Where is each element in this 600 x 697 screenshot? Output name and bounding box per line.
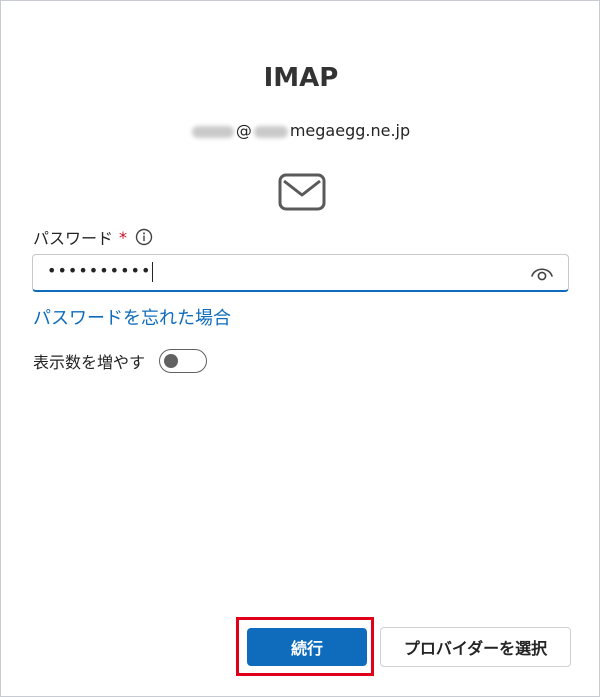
password-input[interactable]: •••••••••• xyxy=(32,254,569,292)
select-provider-button[interactable]: プロバイダーを選択 xyxy=(380,627,571,667)
email-at: @ xyxy=(235,121,252,140)
password-value[interactable]: •••••••••• xyxy=(47,261,154,282)
show-more-toggle[interactable] xyxy=(159,349,208,373)
toggle-knob xyxy=(164,354,179,368)
imap-dialog: IMAP @ megaegg.ne.jp パスワード * •••••••••• パ… xyxy=(0,0,600,697)
show-more-row: 表示数を増やす xyxy=(33,349,208,373)
show-more-label: 表示数を増やす xyxy=(33,353,146,372)
email-redacted-user xyxy=(191,125,234,138)
forgot-password-link[interactable]: パスワードを忘れた場合 xyxy=(33,304,231,330)
account-email: @ megaegg.ne.jp xyxy=(1,121,600,140)
show-password-eye-icon[interactable] xyxy=(530,264,554,282)
email-domain: megaegg.ne.jp xyxy=(289,121,411,140)
required-mark: * xyxy=(119,227,128,247)
password-label-text: パスワード xyxy=(33,229,114,248)
info-icon[interactable] xyxy=(135,228,153,246)
password-label: パスワード * xyxy=(33,225,153,249)
continue-button[interactable]: 続行 xyxy=(247,628,367,666)
email-redacted-subdomain xyxy=(253,125,288,138)
dialog-title: IMAP xyxy=(263,63,339,93)
mail-icon xyxy=(278,173,326,211)
